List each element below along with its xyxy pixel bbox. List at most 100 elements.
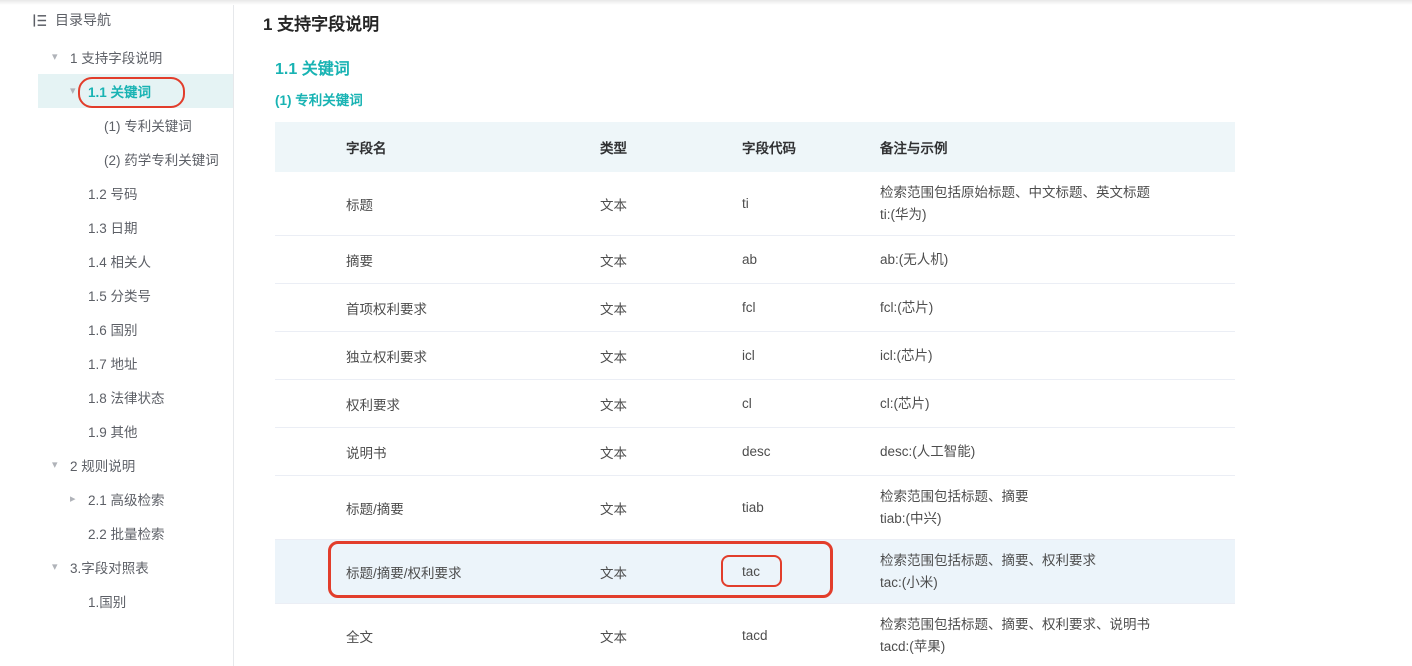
cell-field-code: ab (742, 252, 758, 267)
cell-remark: 检索范围包括原始标题、中文标题、英文标题 ti:(华为) (880, 173, 1235, 235)
cell-type: 文本 (600, 349, 627, 365)
sidebar-item-label: 3.字段对照表 (70, 561, 149, 576)
column-header-remark: 备注与示例 (880, 141, 948, 156)
table-row: 全文 文本 tacd 检索范围包括标题、摘要、权利要求、说明书 tacd:(苹果) (275, 604, 1235, 666)
cell-field-name: 标题/摘要 (346, 501, 404, 517)
cell-type: 文本 (600, 397, 627, 413)
cell-field-code: cl (742, 396, 752, 411)
cell-type: 文本 (600, 501, 627, 517)
cell-field-code: tacd (742, 628, 768, 643)
toc-sidebar: 目录导航 ▾ 1 支持字段说明 ▾ 1.1 关键词 (1) 专利关键词 (2) 药学专利关… (0, 0, 234, 666)
section-title: 1.1 关键词 (275, 61, 350, 78)
sidebar-item[interactable]: 1.5 分类号 (0, 278, 233, 312)
chevron-down-icon[interactable]: ▾ (52, 51, 70, 63)
sidebar-item[interactable]: 1.2 号码 (0, 176, 233, 210)
sidebar-item-label: 1.国别 (88, 595, 127, 610)
sidebar-item-label: 1.9 其他 (88, 425, 138, 440)
chevron-down-icon[interactable]: ▾ (70, 85, 88, 97)
toc-tree: ▾ 1 支持字段说明 ▾ 1.1 关键词 (1) 专利关键词 (2) 药学专利关键词 1.2… (0, 40, 233, 618)
cell-type: 文本 (600, 197, 627, 213)
cell-remark: 检索范围包括标题、摘要 tiab:(中兴) (880, 477, 1235, 539)
sidebar-item-label: 2.1 高级检索 (88, 493, 165, 508)
sidebar-item-label: 1.1 关键词 (88, 85, 152, 100)
sidebar-item[interactable]: ▾ 1.1 关键词 (0, 74, 233, 108)
sidebar-item[interactable]: (2) 药学专利关键词 (0, 142, 233, 176)
remark-line: 检索范围包括标题、摘要、权利要求、说明书 (880, 616, 1150, 632)
table-row: 独立权利要求 文本 icl icl:(芯片) (275, 332, 1235, 380)
sidebar-item[interactable]: ▾ 3.字段对照表 (0, 550, 233, 584)
remark-line: tac:(小米) (880, 574, 938, 590)
subsection-title: (1) 专利关键词 (275, 93, 363, 108)
remark-line: tacd:(苹果) (880, 638, 946, 654)
cell-field-name: 标题/摘要/权利要求 (346, 565, 462, 581)
sidebar-item[interactable]: (1) 专利关键词 (0, 108, 233, 142)
cell-field-code: fcl (742, 300, 756, 315)
remark-line: 检索范围包括标题、摘要、权利要求 (880, 552, 1096, 568)
cell-field-code-annotated: tac (742, 564, 761, 579)
cell-remark: 检索范围包括标题、摘要、权利要求、说明书 tacd:(苹果) (880, 605, 1235, 666)
table-row: 权利要求 文本 cl cl:(芯片) (275, 380, 1235, 428)
sidebar-item[interactable]: 1.国别 (0, 584, 233, 618)
sidebar-item[interactable]: 1.9 其他 (0, 414, 233, 448)
sidebar-item-label: 1.4 相关人 (88, 255, 152, 270)
cell-field-code: tiab (742, 500, 764, 515)
cell-remark: ab:(无人机) (880, 240, 1235, 280)
cell-field-code: desc (742, 444, 771, 459)
table-row: 首项权利要求 文本 fcl fcl:(芯片) (275, 284, 1235, 332)
sidebar-item-label: 1 支持字段说明 (70, 51, 163, 66)
sidebar-item-label: 1.6 国别 (88, 323, 138, 338)
table-row: 摘要 文本 ab ab:(无人机) (275, 236, 1235, 284)
table-row: 标题/摘要/权利要求 文本 tac 检索范围包括标题、摘要、权利要求 tac:(小米) (275, 540, 1235, 604)
cell-remark: icl:(芯片) (880, 336, 1235, 376)
cell-type: 文本 (600, 565, 627, 581)
cell-type: 文本 (600, 445, 627, 461)
sidebar-item-label: (2) 药学专利关键词 (104, 153, 219, 168)
cell-field-name: 独立权利要求 (346, 349, 427, 365)
sidebar-item[interactable]: 1.7 地址 (0, 346, 233, 380)
cell-remark: fcl:(芯片) (880, 288, 1235, 328)
cell-remark: 检索范围包括标题、摘要、权利要求 tac:(小米) (880, 541, 1235, 603)
toc-outline-icon (32, 13, 47, 28)
cell-field-code: icl (742, 348, 755, 363)
remark-line: 检索范围包括原始标题、中文标题、英文标题 (880, 184, 1150, 200)
table-row: 标题/摘要 文本 tiab 检索范围包括标题、摘要 tiab:(中兴) (275, 476, 1235, 540)
remark-line: ab:(无人机) (880, 251, 949, 267)
top-shadow-divider (0, 0, 1412, 5)
table-header-row: 字段名 类型 字段代码 备注与示例 (275, 122, 1235, 172)
sidebar-item-label: 1.7 地址 (88, 357, 138, 372)
cell-type: 文本 (600, 253, 627, 269)
column-header-code: 字段代码 (742, 141, 796, 156)
table-row: 说明书 文本 desc desc:(人工智能) (275, 428, 1235, 476)
sidebar-item-label: 2.2 批量检索 (88, 527, 165, 542)
sidebar-item[interactable]: 1.4 相关人 (0, 244, 233, 278)
chevron-right-icon[interactable]: ▸ (70, 493, 88, 505)
page-title: 1 支持字段说明 (263, 15, 380, 34)
chevron-down-icon[interactable]: ▾ (52, 561, 70, 573)
sidebar-item[interactable]: 1.6 国别 (0, 312, 233, 346)
remark-line: ti:(华为) (880, 206, 927, 222)
sidebar-item[interactable]: ▸ 2.1 高级检索 (0, 482, 233, 516)
remark-line: tiab:(中兴) (880, 510, 942, 526)
sidebar-item[interactable]: ▾ 1 支持字段说明 (0, 40, 233, 74)
cell-remark: cl:(芯片) (880, 384, 1235, 424)
sidebar-item[interactable]: 2.2 批量检索 (0, 516, 233, 550)
cell-field-name: 标题 (346, 197, 373, 213)
sidebar-item-label: 1.5 分类号 (88, 289, 152, 304)
cell-field-name: 首项权利要求 (346, 301, 427, 317)
toc-header-label: 目录导航 (55, 12, 111, 28)
cell-field-name: 说明书 (346, 445, 387, 461)
sidebar-item[interactable]: ▾ 2 规则说明 (0, 448, 233, 482)
sidebar-item-label: (1) 专利关键词 (104, 119, 192, 134)
remark-line: 检索范围包括标题、摘要 (880, 488, 1029, 504)
sidebar-item[interactable]: 1.3 日期 (0, 210, 233, 244)
field-table: 字段名 类型 字段代码 备注与示例 标题 文本 ti 检索范围包括原始标题、中文标题、… (275, 122, 1235, 666)
cell-field-code: ti (742, 196, 749, 211)
column-header-field: 字段名 (346, 141, 387, 156)
cell-type: 文本 (600, 301, 627, 317)
sidebar-item-label: 1.3 日期 (88, 221, 138, 236)
chevron-down-icon[interactable]: ▾ (52, 459, 70, 471)
cell-type: 文本 (600, 629, 627, 645)
cell-remark: desc:(人工智能) (880, 432, 1235, 472)
cell-field-name: 全文 (346, 629, 373, 645)
sidebar-item[interactable]: 1.8 法律状态 (0, 380, 233, 414)
